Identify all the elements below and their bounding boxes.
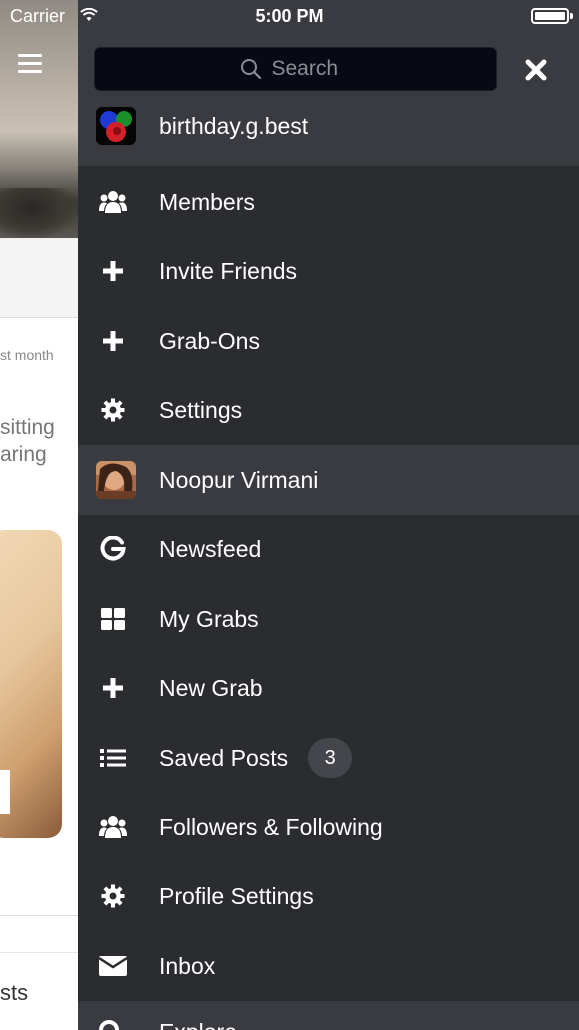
user-header-row[interactable]: Noopur Virmani: [78, 445, 579, 515]
menu-item-label: Settings: [159, 396, 243, 423]
status-time: 5:00 PM: [255, 6, 324, 26]
search-icon: [98, 1019, 128, 1030]
user-name: Noopur Virmani: [159, 466, 319, 493]
menu-item-label: Profile Settings: [159, 882, 314, 909]
search-icon: [240, 59, 261, 80]
background-footer-text: sts: [0, 980, 29, 1005]
envelope-icon: [98, 951, 128, 981]
user-avatar: [96, 461, 136, 499]
background-post-meta: st month: [0, 347, 54, 363]
group-avatar: [96, 107, 136, 145]
menu-item-members[interactable]: Members: [78, 167, 579, 237]
menu-item-explore[interactable]: Explore: [78, 1001, 579, 1030]
plus-icon: [98, 673, 128, 703]
hamburger-menu-icon[interactable]: [18, 54, 42, 74]
close-button[interactable]: [518, 52, 554, 88]
gear-icon: [98, 881, 128, 911]
status-bar: Carrier 5:00 PM: [0, 0, 579, 32]
menu-item-grab-ons[interactable]: Grab-Ons: [78, 306, 579, 376]
grab-logo-icon: [98, 534, 128, 564]
menu-item-label: Explore: [159, 1019, 237, 1030]
saved-posts-count-badge: 3: [308, 738, 353, 778]
menu-item-followers-following[interactable]: Followers & Following: [78, 792, 579, 862]
list-icon: [98, 743, 128, 773]
plus-icon: [98, 326, 128, 356]
battery-icon: [531, 8, 573, 24]
search-field[interactable]: [94, 47, 497, 91]
menu-item-label: Grab-Ons: [159, 327, 260, 354]
close-icon: [525, 59, 547, 81]
background-page: st month sitting aring sts: [0, 0, 78, 1030]
search-input[interactable]: [271, 57, 352, 81]
group-name: birthday.g.best: [159, 112, 309, 139]
menu-item-profile-settings[interactable]: Profile Settings: [78, 861, 579, 931]
menu-item-label: Members: [159, 188, 255, 215]
group-header-row[interactable]: birthday.g.best: [78, 91, 579, 161]
menu-item-label: Invite Friends: [159, 257, 298, 284]
plus-icon: [98, 256, 128, 286]
grid-icon: [98, 604, 128, 634]
background-post-text: sitting aring: [0, 416, 55, 466]
menu-item-my-grabs[interactable]: My Grabs: [78, 584, 579, 654]
menu-item-label: Newsfeed: [159, 535, 262, 562]
users-icon: [98, 812, 128, 842]
menu-item-label: My Grabs: [159, 605, 259, 632]
menu-item-inbox[interactable]: Inbox: [78, 931, 579, 1001]
menu-item-label: Saved Posts: [159, 744, 289, 771]
menu-item-label: Followers & Following: [159, 813, 383, 840]
menu-item-group-settings[interactable]: Settings: [78, 375, 579, 445]
menu-item-new-grab[interactable]: New Grab: [78, 653, 579, 723]
gear-icon: [98, 395, 128, 425]
users-icon: [98, 187, 128, 217]
menu-item-label: New Grab: [159, 674, 263, 701]
menu-item-invite-friends[interactable]: Invite Friends: [78, 236, 579, 306]
menu-item-label: Inbox: [159, 952, 216, 979]
menu-item-saved-posts[interactable]: Saved Posts 3: [78, 723, 579, 793]
menu-item-newsfeed[interactable]: Newsfeed: [78, 514, 579, 584]
